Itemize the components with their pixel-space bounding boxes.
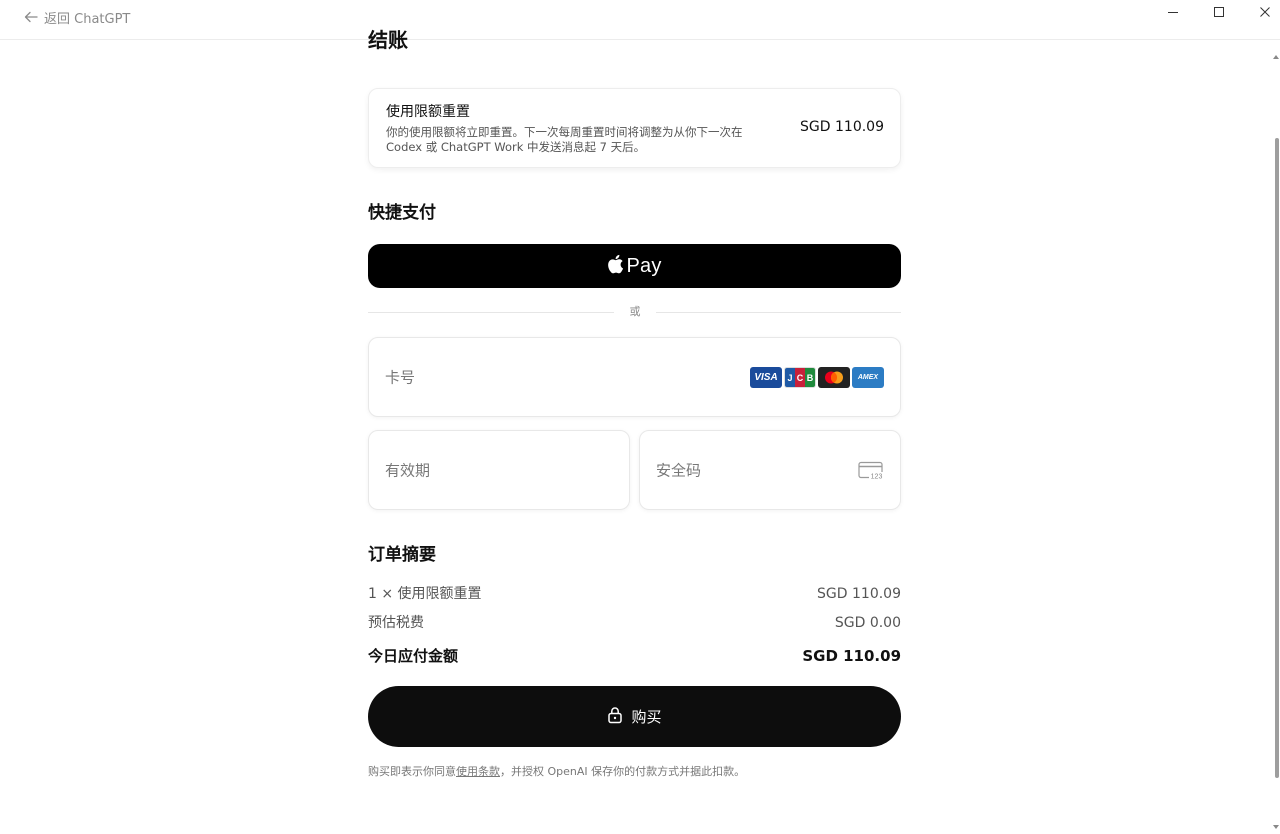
purchase-button[interactable]: 购买 [368,686,901,747]
scrollbar-thumb[interactable] [1275,138,1279,778]
order-summary-heading: 订单摘要 [368,545,436,565]
checkout-content: 结账 使用限额重置 你的使用限额将立即重置。下一次每周重置时间将调整为从你下一次… [368,28,901,825]
legal-notice: 购买即表示你同意使用条款，并授权 OpenAI 保存你的付款方式并据此扣款。 [368,764,901,780]
jcb-letter-b: B [805,368,815,387]
card-brand-logos: VISA J C B AMEX [750,367,884,388]
scroll-up-arrow-icon[interactable] [1273,45,1279,59]
express-checkout-heading: 快捷支付 [368,203,436,223]
close-window-button[interactable] [1242,0,1280,24]
legal-prefix: 购买即表示你同意 [368,765,456,778]
tax-label: 预估税费 [368,615,424,631]
card-number-placeholder: 卡号 [385,368,416,387]
or-divider: 或 [368,304,901,320]
purchase-button-label: 购买 [631,708,662,726]
lock-icon [607,706,623,728]
arrow-left-icon [24,11,38,23]
maximize-button[interactable] [1196,0,1242,24]
expiry-date-field[interactable]: 有效期 [368,430,630,510]
summary-line-item: 1 × 使用限额重置 SGD 110.09 [368,585,901,603]
total-amount: SGD 110.09 [802,647,901,665]
cvc-icon-text: 123 [871,474,883,481]
window-titlebar: 返回 ChatGPT [0,0,1280,40]
usage-reset-price: SGD 110.09 [800,119,884,135]
mastercard-logo-icon [818,367,850,388]
visa-logo-icon: VISA [750,367,782,388]
close-icon [1259,3,1271,22]
usage-reset-card: 使用限额重置 你的使用限额将立即重置。下一次每周重置时间将调整为从你下一次在 C… [368,88,901,168]
divider-line-left [368,312,614,313]
back-to-chatgpt-link[interactable]: 返回 ChatGPT [24,8,131,27]
usage-reset-description: 你的使用限额将立即重置。下一次每周重置时间将调整为从你下一次在 Codex 或 … [386,125,743,154]
summary-tax-row: 预估税费 SGD 0.00 [368,614,901,632]
minimize-icon [1167,3,1179,22]
or-label: 或 [629,305,641,318]
tax-amount: SGD 0.00 [834,615,901,631]
back-link-label: 返回 ChatGPT [44,11,131,27]
jcb-letter-j: J [785,368,795,387]
jcb-letter-c: C [795,368,805,387]
security-code-field[interactable]: 安全码 123 [639,430,901,510]
apple-pay-button[interactable]: Pay [368,244,901,288]
total-label: 今日应付金额 [368,647,459,665]
line-item-amount: SGD 110.09 [817,586,901,602]
terms-of-use-link[interactable]: 使用条款 [456,765,500,778]
minimize-button[interactable] [1150,0,1196,24]
summary-total-row: 今日应付金额 SGD 110.09 [368,646,901,666]
scroll-down-arrow-icon[interactable] [1273,815,1279,829]
apple-logo-icon [607,254,624,278]
apple-pay-label: Pay [626,254,662,277]
security-code-placeholder: 安全码 [656,461,702,480]
line-item-label: 1 × 使用限额重置 [368,586,482,602]
legal-suffix: ，并授权 OpenAI 保存你的付款方式并据此扣款。 [500,765,746,778]
expiry-date-placeholder: 有效期 [385,461,431,480]
cvc-card-icon: 123 [858,461,884,485]
checkout-heading: 结账 [368,28,408,52]
amex-logo-icon: AMEX [852,367,884,388]
divider-line-right [656,312,901,313]
card-number-field[interactable]: 卡号 VISA J C B AMEX [368,337,901,417]
jcb-logo-icon: J C B [784,367,816,388]
maximize-icon [1213,3,1225,22]
